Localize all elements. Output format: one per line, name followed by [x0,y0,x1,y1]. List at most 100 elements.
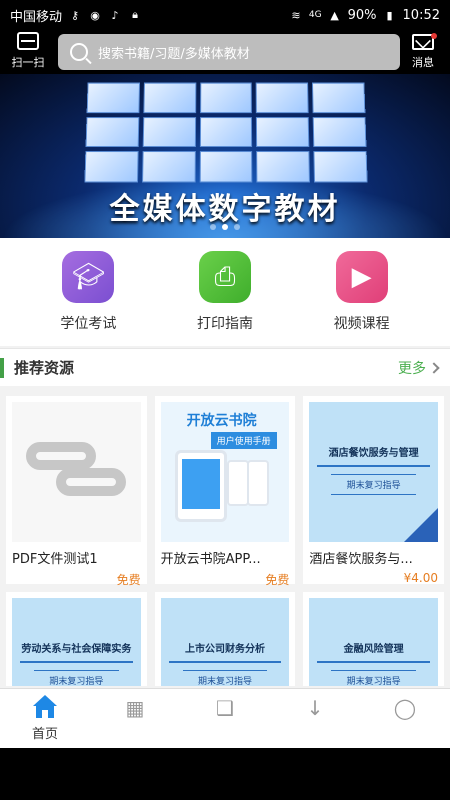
screen-tile [86,82,140,113]
message-label: 消息 [412,56,434,69]
cover-subtitle: 期末复习指导 [331,474,416,495]
resource-price: ¥4.00 [403,571,438,585]
carousel-dot-active[interactable] [222,224,228,230]
lock-icon: 🔒︎ [132,8,138,21]
status-right: ≋ 4G ▲ 90% ▮ 10:52 [289,8,440,23]
chevron-right-icon [428,361,440,374]
carousel-dot[interactable] [210,224,216,230]
cover-title: 金融风险管理 [317,640,430,663]
phone-graphic [226,460,249,506]
recommend-header: 推荐资源 更多 [0,348,450,386]
tv-icon: ▶ [335,251,388,303]
cover-title: 上市公司财务分析 [168,640,282,663]
resource-thumbnail [12,402,141,542]
scan-button[interactable]: 扫一扫 [6,32,50,72]
nav-item-profile[interactable]: ◯ [360,689,450,748]
quick-item-video-course[interactable]: ▶ 视频课程 [307,251,417,333]
resource-price: 免费 [265,573,290,587]
logo-loop [56,468,127,496]
screen-tile [143,82,196,113]
quick-menu: 🎓︎ 学位考试 ⎙ 打印指南 ▶ 视频课程 [0,238,450,346]
resource-thumbnail: 开放云书院 用户使用手册 [160,402,290,542]
resource-name: 酒店餐饮服务与... [309,552,413,567]
cover-title: 酒店餐饮服务与管理 [317,444,430,467]
cover-subtitle: 期末复习指导 [34,670,119,686]
key-icon: ⚷ [70,8,80,22]
carrier-label: 中国移动 [10,9,63,25]
search-icon [70,43,88,61]
app-screen: 中国移动 ⚷ ◉ ♪ 🔒︎ ≋ 4G ▲ 90% ▮ 10:52 扫一扫 搜索书… [0,0,450,800]
battery-label: 90% [347,7,377,23]
scan-icon [17,32,39,50]
quick-item-print-guide[interactable]: ⎙ 打印指南 [170,251,280,333]
quick-item-label: 打印指南 [196,316,253,332]
screen-tile [256,116,310,148]
banner-carousel[interactable]: 全媒体数字教材 [0,74,450,238]
resource-name: PDF文件测试1 [12,552,98,567]
cover-title: 开放云书院 [186,413,257,429]
resource-card[interactable]: 开放云书院 用户使用手册 开放云书院APP... 免费 [154,396,296,587]
resource-thumbnail: 金融风险管理 期末复习指导 [309,598,438,686]
screen-tile [199,82,253,113]
recommend-title: 推荐资源 [14,359,75,377]
resource-card[interactable]: 金融风险管理 期末复习指导 [303,592,444,686]
clock-label: 10:52 [402,7,440,23]
resource-grid: PDF文件测试1 免费 开放云书院 用户使用手册 开放云书院APP... 免费 … [0,386,450,686]
resource-price: 免费 [116,573,141,587]
status-bar: 中国移动 ⚷ ◉ ♪ 🔒︎ ≋ 4G ▲ 90% ▮ 10:52 [0,0,450,30]
nav-item-bookshelf[interactable]: ❑ [180,689,270,748]
document-link-icon [26,442,127,502]
resource-name: 开放云书院APP... [160,552,261,567]
resource-card[interactable]: 上市公司财务分析 期末复习指导 [154,592,296,686]
nav-item-home[interactable]: 首页 [0,689,90,748]
cover-subtitle: 用户使用手册 [210,432,277,449]
cover-subtitle: 期末复习指导 [331,670,416,686]
book-cover: 劳动关系与社会保障实务 期末复习指导 [12,598,141,686]
phone-graphic [246,460,269,506]
wifi-icon: ≋ [291,8,301,22]
tablet-graphic [174,450,227,522]
resource-thumbnail: 酒店餐饮服务与管理 期末复习指导 [309,402,438,542]
cover-corner [404,508,438,542]
search-input[interactable]: 搜索书籍/习题/多媒体教材 [58,34,400,70]
more-link[interactable]: 更多 [398,358,440,378]
signal-label: 4G [308,10,322,20]
carousel-dot[interactable] [234,224,240,230]
download-icon: ↓ [306,696,324,720]
resource-thumbnail: 劳动关系与社会保障实务 期末复习指导 [12,598,141,686]
grid-icon: ▦ [125,696,145,720]
section-accent-bar [0,357,4,378]
battery-icon: ▮ [386,8,393,22]
quick-item-degree-exam[interactable]: 🎓︎ 学位考试 [33,251,143,333]
message-button[interactable]: 消息 [406,32,440,72]
nav-item-category[interactable]: ▦ [90,689,180,748]
resource-card[interactable]: PDF文件测试1 免费 [6,396,147,587]
scan-label: 扫一扫 [11,56,45,69]
logo-loop [26,442,97,470]
resource-card[interactable]: 酒店餐饮服务与管理 期末复习指导 酒店餐饮服务与... ¥4.00 [303,396,444,585]
book-cover: 酒店餐饮服务与管理 期末复习指导 [309,402,438,542]
printer-icon: ⎙ [198,251,251,303]
user-icon: ◯ [393,696,417,720]
system-navigation-bar [0,748,450,800]
home-icon [32,695,58,719]
cover-title: 劳动关系与社会保障实务 [20,640,133,663]
screen-tile [199,116,253,148]
nav-label-home: 首页 [31,727,58,742]
top-bar: 扫一扫 搜索书籍/习题/多媒体教材 消息 [0,30,450,74]
graduation-cap-icon: 🎓︎ [62,251,115,303]
nav-item-download[interactable]: ↓ [270,689,360,748]
wechat-icon: ◉ [90,8,100,22]
screen-tile [256,82,309,113]
home-door [42,710,48,718]
cover-subtitle: 期末复习指导 [182,670,268,686]
resource-card[interactable]: 劳动关系与社会保障实务 期末复习指导 [6,592,147,686]
screen-tile [142,116,196,148]
book-cover: 开放云书院 用户使用手册 [160,402,290,542]
tiktok-icon: ♪ [111,8,119,22]
screen-tile [85,116,140,148]
unread-dot [431,33,437,39]
status-left: 中国移动 ⚷ ◉ ♪ 🔒︎ [10,6,142,25]
banner-title: 全媒体数字教材 [109,192,341,227]
book-cover: 金融风险管理 期末复习指导 [309,598,438,686]
